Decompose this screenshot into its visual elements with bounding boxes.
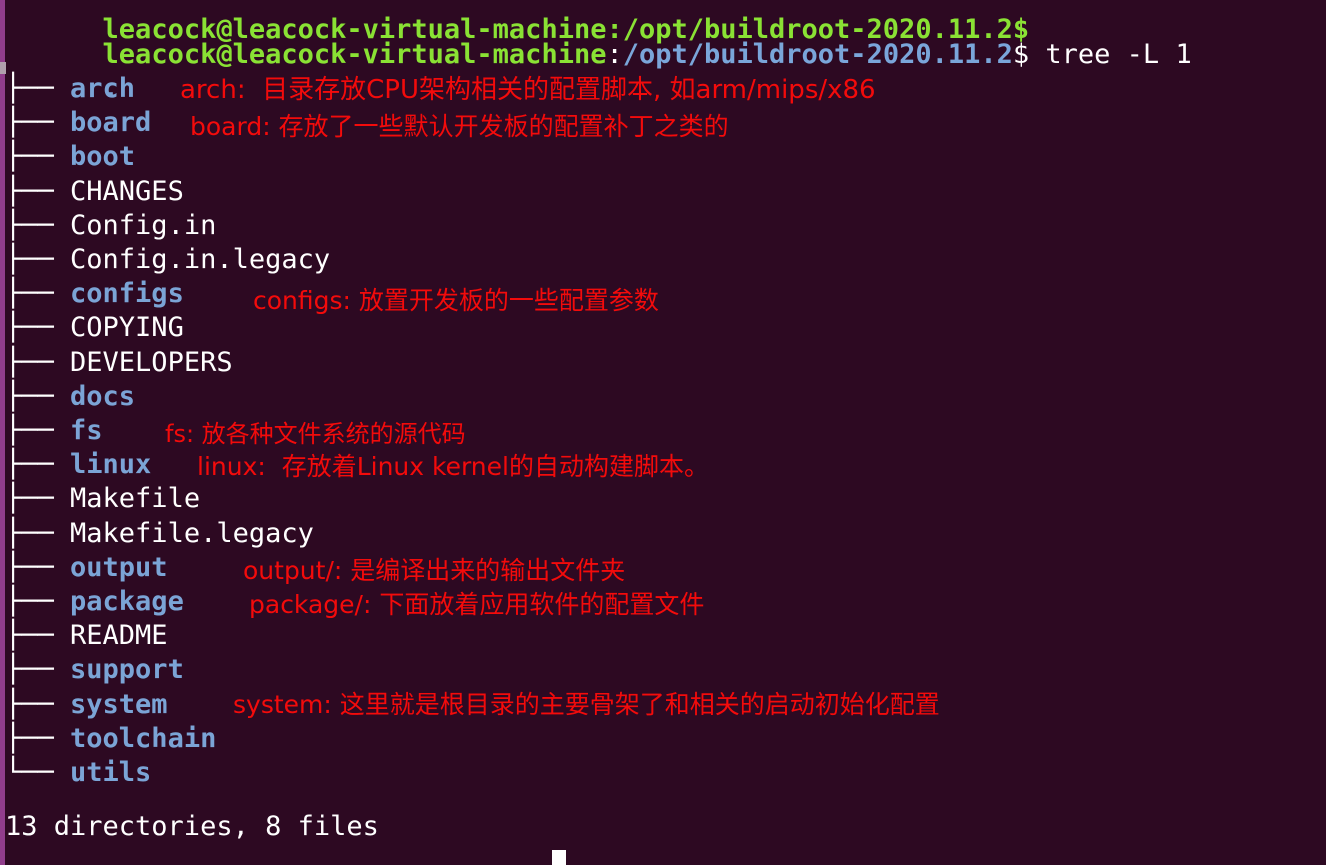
tree-branch-glyph: ├── <box>5 346 71 378</box>
tree-row: ├── system <box>5 688 168 722</box>
tree-row: ├── package <box>5 585 184 619</box>
tree-row: ├── CHANGES <box>5 175 184 209</box>
tree-directory-name: configs <box>70 278 184 310</box>
tree-branch-glyph: ├── <box>5 722 71 754</box>
tree-branch-glyph: ├── <box>5 415 71 446</box>
annotation-text: linux: 存放着Linux kernel的自动构建脚本。 <box>197 452 709 481</box>
terminal-window: leacock@leacock-virtual-machine:/opt/bui… <box>0 0 1326 865</box>
tree-directory-name: system <box>70 688 168 720</box>
tree-directory-name: arch <box>70 73 136 104</box>
tree-branch-glyph: └── <box>5 757 71 788</box>
prompt-path: /opt/buildroot-2020.11.2 <box>622 39 1013 70</box>
tree-row: ├── docs <box>5 380 135 414</box>
tree-row: ├── support <box>5 653 184 687</box>
tree-summary: 13 directories, 8 files <box>5 811 379 842</box>
tree-row: ├── Config.in.legacy <box>5 243 330 277</box>
tree-branch-glyph: ├── <box>5 244 71 275</box>
annotation-text: package/: 下面放着应用软件的配置文件 <box>249 590 705 619</box>
tree-row: ├── Makefile <box>5 482 200 516</box>
annotation-text: board: 存放了一些默认开发板的配置补丁之类的 <box>190 112 729 141</box>
tree-directory-name: output <box>70 551 168 583</box>
tree-branch-glyph: ├── <box>5 73 71 104</box>
tree-file-name: Makefile <box>70 483 201 515</box>
tree-row: └── utils <box>5 756 151 790</box>
tree-row: ├── COPYING <box>5 311 184 345</box>
tree-row: ├── Makefile.legacy <box>5 517 314 551</box>
tree-branch-glyph: ├── <box>5 175 71 207</box>
prompt-colon: : <box>606 39 623 70</box>
tree-directory-name: board <box>70 107 152 139</box>
tree-row: ├── output <box>5 551 168 585</box>
text-cursor <box>552 850 566 865</box>
tree-directory-name: linux <box>70 449 152 481</box>
annotation-text: system: 这里就是根目录的主要骨架了和相关的启动初始化配置 <box>233 690 940 719</box>
annotation-text: output/: 是编译出来的输出文件夹 <box>243 556 626 585</box>
tree-row: ├── toolchain <box>5 722 216 756</box>
prompt-user-host: leacock@leacock-virtual-machine <box>102 39 607 70</box>
tree-branch-glyph: ├── <box>5 209 71 241</box>
tree-branch-glyph: ├── <box>5 380 71 412</box>
tree-branch-glyph: ├── <box>5 278 71 310</box>
tree-directory-name: utils <box>70 757 152 788</box>
tree-directory-name: boot <box>70 141 136 173</box>
tree-file-name: Config.in.legacy <box>70 244 331 275</box>
tree-row: ├── board <box>5 106 151 140</box>
tree-directory-name: toolchain <box>70 722 217 754</box>
tree-branch-glyph: ├── <box>5 620 71 652</box>
tree-branch-glyph: ├── <box>5 517 71 549</box>
tree-file-name: DEVELOPERS <box>70 346 233 378</box>
tree-branch-glyph: ├── <box>5 654 71 686</box>
tree-branch-glyph: ├── <box>5 586 71 617</box>
tree-row: ├── README <box>5 619 168 653</box>
tree-file-name: CHANGES <box>70 175 184 207</box>
tree-branch-glyph: ├── <box>5 449 71 481</box>
tree-directory-name: docs <box>70 380 136 412</box>
tree-row: ├── DEVELOPERS <box>5 346 233 380</box>
tree-branch-glyph: ├── <box>5 107 71 139</box>
tree-row: ├── arch <box>5 72 135 106</box>
final-prompt-line: leacock@leacock-virtual-machine:/opt/bui… <box>5 848 1029 865</box>
tree-branch-glyph: ├── <box>5 141 71 173</box>
tree-branch-glyph: ├── <box>5 688 71 720</box>
tree-row: ├── boot <box>5 140 135 174</box>
annotation-text: fs: 放各种文件系统的源代码 <box>165 420 466 448</box>
annotation-text: arch: 目录存放CPU架构相关的配置脚本, 如arm/mips/x86 <box>180 75 876 105</box>
tree-branch-glyph: ├── <box>5 551 71 583</box>
tree-file-name: COPYING <box>70 312 184 344</box>
prompt-dollar: $ <box>1012 39 1030 70</box>
tree-row: ├── fs <box>5 414 103 448</box>
tree-file-name: README <box>70 620 168 652</box>
tree-directory-name: support <box>70 654 184 686</box>
annotation-text: configs: 放置开发板的一些配置参数 <box>253 286 659 315</box>
tree-directory-name: package <box>70 586 184 617</box>
tree-branch-glyph: ├── <box>5 312 71 344</box>
tree-file-name: Config.in <box>70 209 217 241</box>
tree-directory-name: fs <box>70 415 103 446</box>
command-text: tree -L 1 <box>1029 39 1192 70</box>
tree-branch-glyph: ├── <box>5 483 71 515</box>
terminal-screen[interactable]: leacock@leacock-virtual-machine:/opt/bui… <box>5 0 1326 865</box>
tree-row: ├── linux <box>5 448 151 482</box>
tree-row: ├── Config.in <box>5 209 216 243</box>
tree-row: ├── configs <box>5 277 184 311</box>
tree-file-name: Makefile.legacy <box>70 517 314 549</box>
